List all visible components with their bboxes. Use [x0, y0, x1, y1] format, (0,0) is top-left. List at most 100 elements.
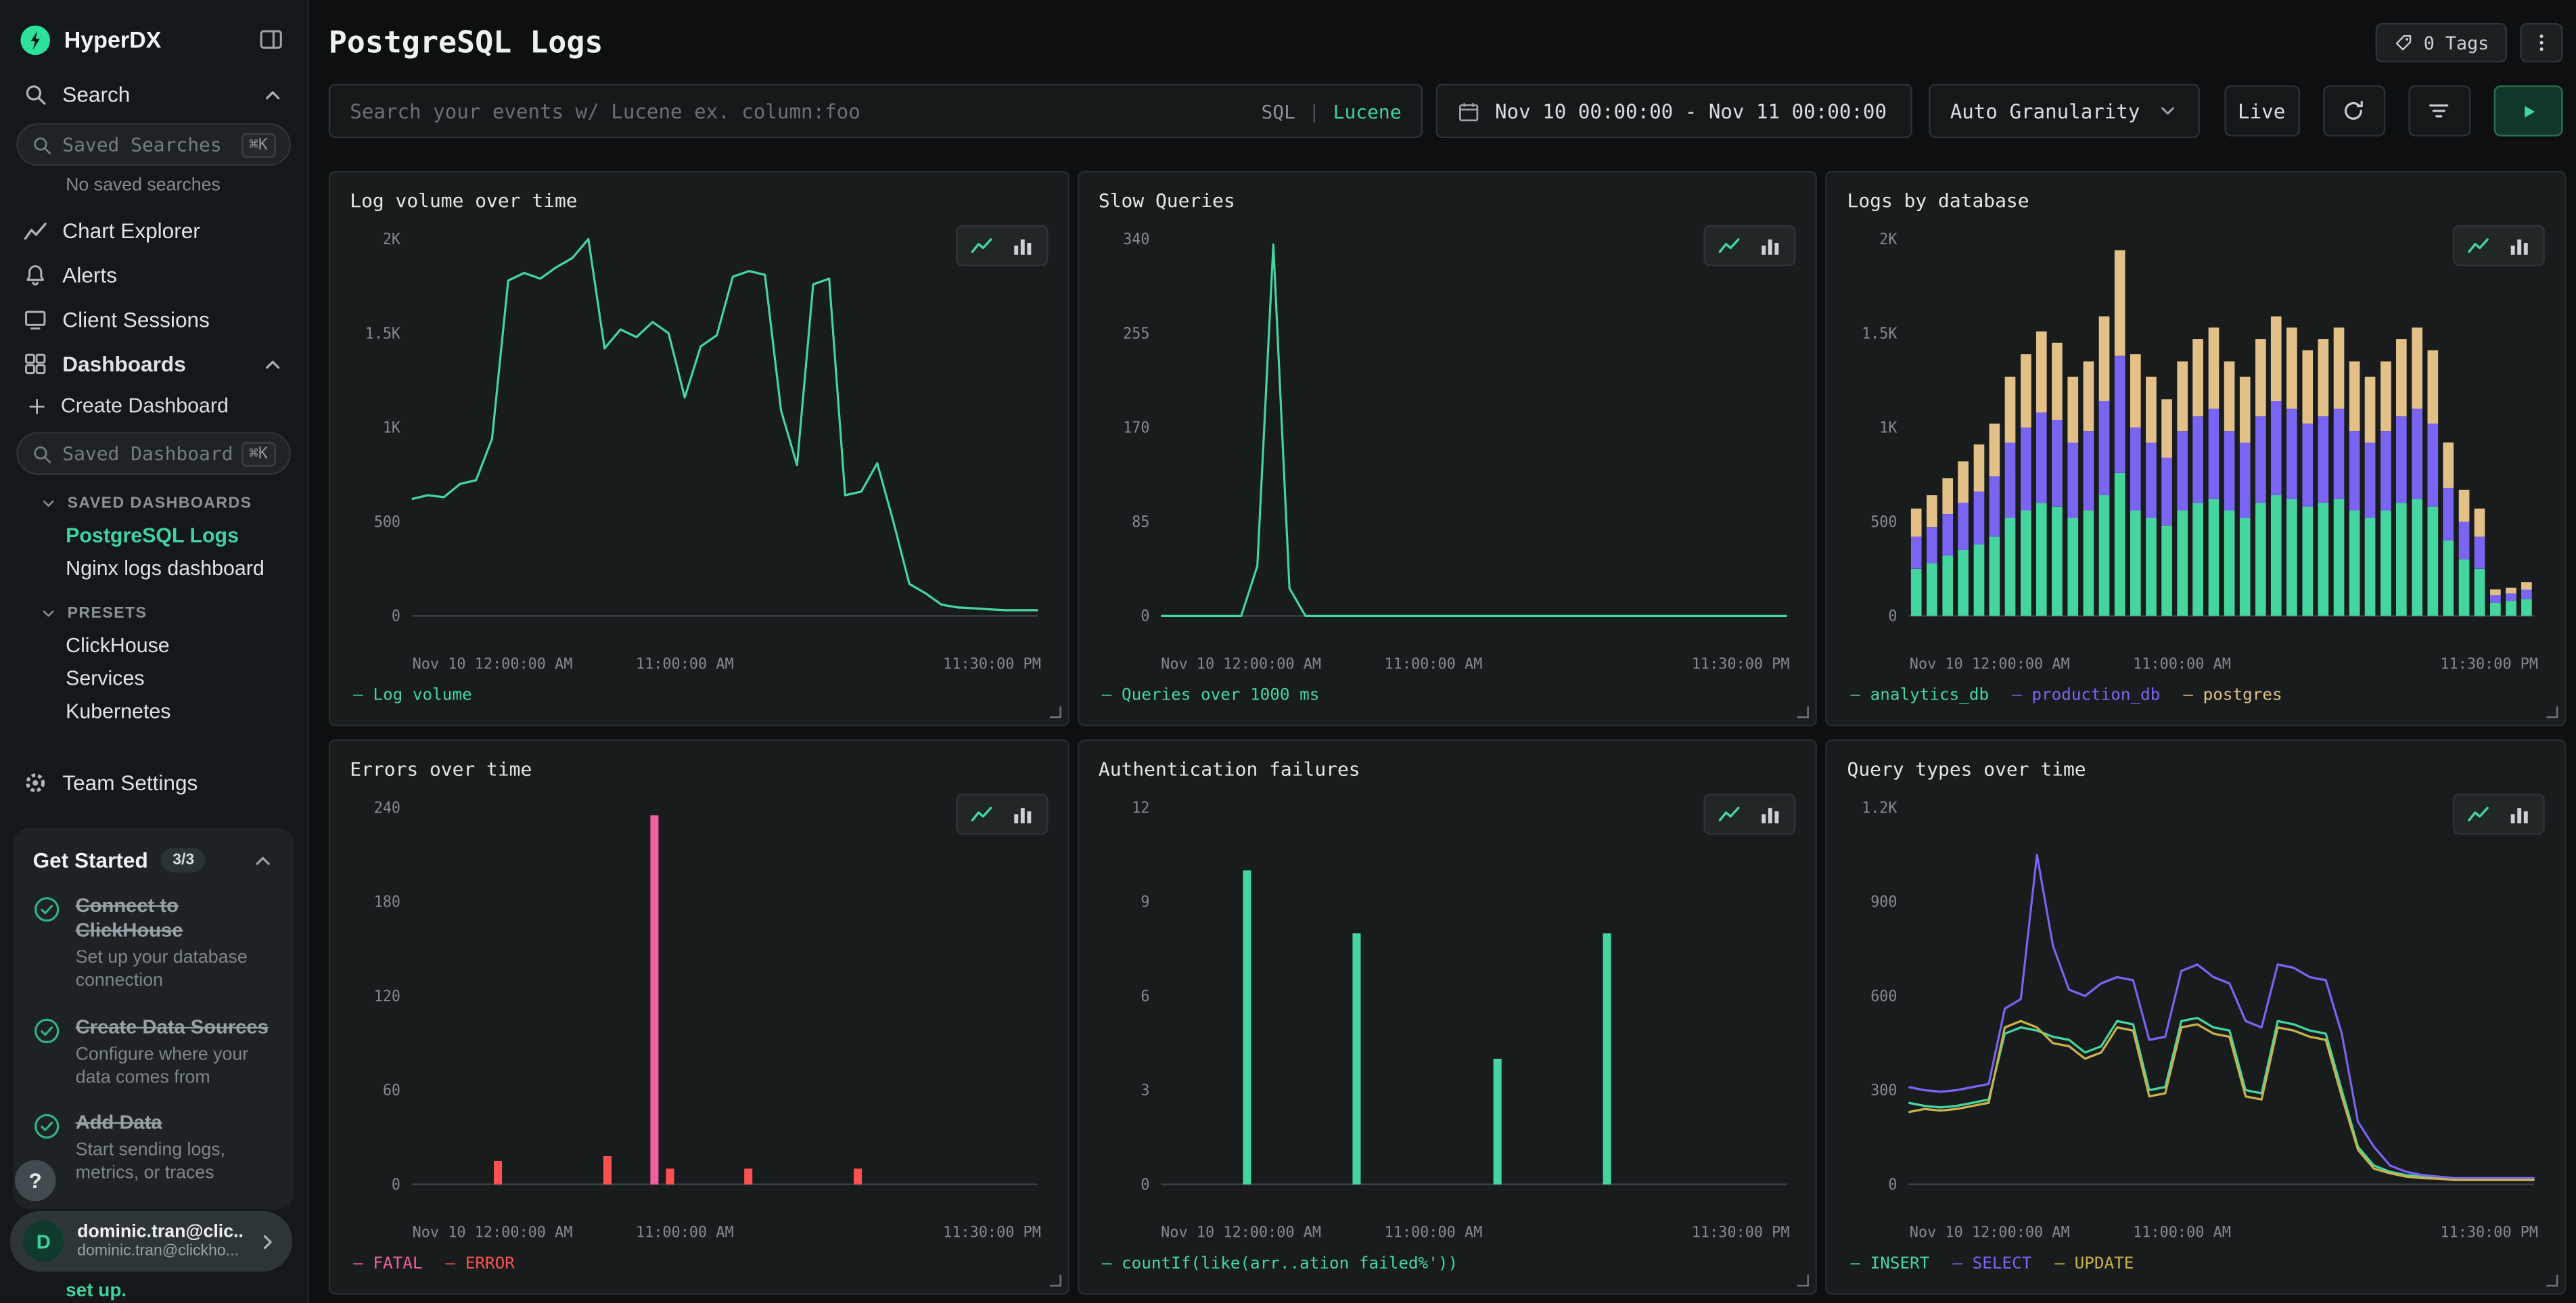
dashboard-grid: Log volume over time 05001K1.5K2K Nov 10…	[329, 171, 2567, 1295]
line-chart-icon[interactable]	[2466, 802, 2490, 826]
legend-item[interactable]: — postgres	[2183, 686, 2282, 704]
get-started-step-sources[interactable]: Create Data Sources Configure where your…	[33, 1015, 275, 1090]
collapse-sidebar-icon[interactable]	[254, 23, 288, 56]
x-tick: 11:00:00 AM	[2133, 1226, 2231, 1242]
svg-text:60: 60	[383, 1081, 400, 1099]
bar-chart-icon[interactable]	[2507, 802, 2531, 826]
saved-dashboards-group-toggle[interactable]: SAVED DASHBOARDS	[0, 491, 307, 516]
legend-item[interactable]: — ERROR	[446, 1254, 515, 1273]
saved-dashboards-input[interactable]	[62, 442, 231, 465]
legend-item[interactable]: — SELECT	[1952, 1254, 2031, 1273]
saved-searches-input[interactable]	[62, 133, 231, 156]
sidebar-item-dashboards[interactable]: Dashboards	[0, 342, 307, 386]
legend-item[interactable]: — Queries over 1000 ms	[1102, 686, 1320, 704]
user-menu[interactable]: D dominic.tran@clic... dominic.tran@clic…	[10, 1211, 293, 1272]
resize-handle[interactable]	[1798, 706, 1810, 718]
app-window: HyperDX Search ⌘K No saved searches Char…	[0, 0, 2576, 1303]
chart-plot[interactable]: 03006009001.2K	[1847, 790, 2545, 1222]
chart-plot[interactable]: 085170255340	[1099, 222, 1796, 654]
x-axis: Nov 10 12:00:00 AM 11:00:00 AM 11:30:00 …	[1099, 654, 1796, 679]
sidebar-preset-services[interactable]: Services	[0, 662, 307, 695]
line-chart-icon[interactable]	[1718, 233, 1742, 258]
sidebar-preset-clickhouse[interactable]: ClickHouse	[0, 629, 307, 662]
granularity-select[interactable]: Auto Granularity	[1929, 84, 2199, 138]
sidebar-item-alerts[interactable]: Alerts	[0, 253, 307, 298]
chart-legend: — Log volume	[350, 679, 1047, 712]
x-tick: 11:00:00 AM	[1385, 657, 1483, 673]
sidebar-dashboard-postgresql-logs[interactable]: PostgreSQL Logs	[0, 519, 307, 552]
resize-handle[interactable]	[2546, 706, 2558, 718]
bar-chart-icon[interactable]	[1758, 802, 1782, 826]
bar-chart-icon[interactable]	[1010, 233, 1034, 258]
check-circle-icon	[33, 1113, 61, 1141]
line-chart-icon[interactable]	[969, 233, 993, 258]
x-tick: 11:30:00 PM	[2440, 657, 2538, 673]
saved-dashboards-searchbox[interactable]: ⌘K	[16, 432, 291, 475]
resize-handle[interactable]	[1049, 1275, 1061, 1287]
sidebar-item-client-sessions[interactable]: Client Sessions	[0, 298, 307, 342]
set-up-link[interactable]: set up.	[66, 1281, 127, 1301]
refresh-button[interactable]	[2322, 85, 2385, 136]
chart-plot[interactable]: 05001K1.5K2K	[350, 222, 1047, 654]
svg-text:9: 9	[1141, 893, 1149, 911]
get-started-step-connect[interactable]: Connect to ClickHouse Set up your databa…	[33, 894, 275, 993]
resize-handle[interactable]	[1049, 706, 1061, 718]
line-chart-icon[interactable]	[969, 802, 993, 826]
sidebar-item-label: Client Sessions	[62, 307, 284, 332]
legend-item[interactable]: — countIf(like(arr..ation failed%'))	[1102, 1254, 1458, 1273]
resize-handle[interactable]	[2546, 1275, 2558, 1287]
sidebar-item-team-settings[interactable]: Team Settings	[0, 760, 307, 805]
legend-item[interactable]: — production_db	[2012, 686, 2160, 704]
lucene-toggle[interactable]: Lucene	[1333, 99, 1402, 122]
shortcut-badge: ⌘K	[241, 441, 276, 465]
run-query-button[interactable]	[2493, 85, 2562, 136]
help-button[interactable]: ?	[15, 1160, 56, 1202]
tag-icon	[2394, 33, 2414, 53]
step-title: Connect to ClickHouse	[76, 894, 275, 943]
tags-button[interactable]: 0 Tags	[2376, 23, 2507, 62]
filter-button[interactable]	[2408, 85, 2470, 136]
chart-plot[interactable]: 036912	[1099, 790, 1796, 1222]
chevron-up-icon[interactable]	[252, 848, 275, 871]
chart-legend: — countIf(like(arr..ation failed%'))	[1099, 1247, 1796, 1280]
bar-chart-icon[interactable]	[2507, 233, 2531, 258]
sidebar-preset-kubernetes[interactable]: Kubernetes	[0, 695, 307, 728]
bar-chart-icon[interactable]	[1758, 233, 1782, 258]
svg-text:500: 500	[374, 513, 400, 531]
svg-text:1K: 1K	[383, 419, 401, 437]
chart-plot[interactable]: 05001K1.5K2K	[1847, 222, 2545, 654]
legend-item[interactable]: — Log volume	[353, 686, 472, 704]
legend-item[interactable]: — UPDATE	[2054, 1254, 2134, 1273]
svg-text:0: 0	[1141, 607, 1149, 625]
event-search-input[interactable]	[350, 99, 1248, 122]
avatar: D	[23, 1220, 64, 1262]
sidebar-item-search[interactable]: Search	[0, 72, 307, 117]
step-description: Start sending logs, metrics, or traces	[76, 1139, 275, 1185]
legend-item[interactable]: — analytics_db	[1850, 686, 1989, 704]
dashboard-menu-button[interactable]	[2520, 23, 2562, 62]
chevron-right-icon	[256, 1230, 279, 1253]
live-button[interactable]: Live	[2224, 85, 2299, 136]
filter-icon	[2426, 99, 2451, 123]
sidebar-dashboard-nginx-logs[interactable]: Nginx logs dashboard	[0, 552, 307, 585]
svg-text:85: 85	[1131, 513, 1149, 531]
line-chart-icon[interactable]	[1718, 802, 1742, 826]
bar-chart-icon[interactable]	[1010, 802, 1034, 826]
search-icon	[31, 134, 53, 156]
calendar-icon	[1457, 99, 1480, 122]
sidebar-item-chart-explorer[interactable]: Chart Explorer	[0, 208, 307, 253]
line-chart-icon[interactable]	[2466, 233, 2490, 258]
get-started-step-add-data[interactable]: Add Data Start sending logs, metrics, or…	[33, 1111, 275, 1186]
create-dashboard-button[interactable]: Create Dashboard	[0, 386, 307, 426]
sql-toggle[interactable]: SQL	[1261, 99, 1295, 122]
chart-plot[interactable]: 060120180240	[350, 790, 1047, 1222]
resize-handle[interactable]	[1798, 1275, 1810, 1287]
saved-searches-searchbox[interactable]: ⌘K	[16, 123, 291, 166]
event-search-box[interactable]: SQL | Lucene	[329, 84, 1423, 138]
time-range-picker[interactable]: Nov 10 00:00:00 - Nov 11 00:00:00	[1436, 84, 1912, 138]
x-tick: 11:30:00 PM	[943, 657, 1041, 673]
legend-item[interactable]: — FATAL	[353, 1254, 422, 1273]
presets-group-toggle[interactable]: PRESETS	[0, 601, 307, 626]
main-content: PostgreSQL Logs 0 Tags SQL | Lucene Nov …	[309, 0, 2576, 1303]
legend-item[interactable]: — INSERT	[1850, 1254, 1929, 1273]
